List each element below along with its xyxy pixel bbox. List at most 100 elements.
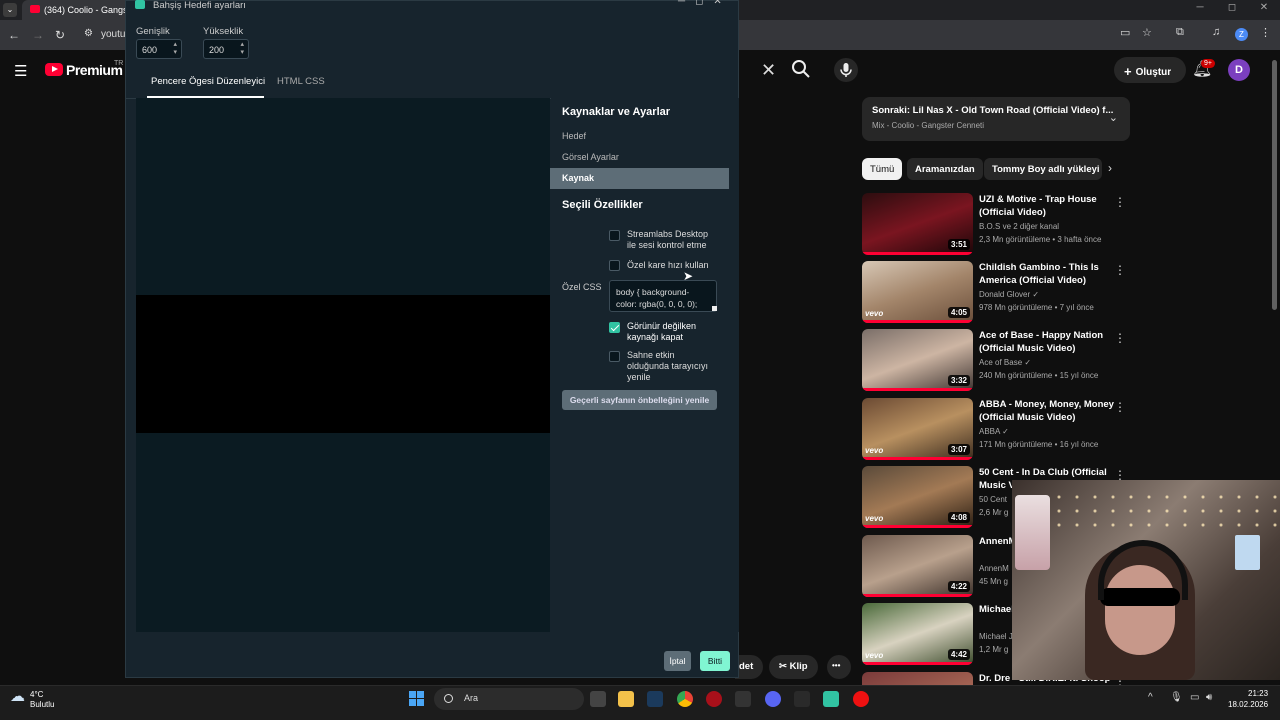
video-thumbnail[interactable]: 4:22 [862, 535, 973, 597]
resize-handle-icon[interactable] [712, 306, 717, 311]
width-input[interactable]: 600 ▴ ▾ [136, 39, 182, 59]
stepper-icon[interactable]: ▴ ▾ [240, 41, 244, 57]
tab-search-chevron-down-icon[interactable]: ⌄ [3, 3, 17, 17]
more-options-icon[interactable]: ⋮ [1114, 331, 1126, 345]
list-item[interactable]: vevo 4:05 Childish Gambino - This Is Amer… [862, 261, 1130, 323]
list-item[interactable]: 3:51 UZI & Motive - Trap House (Official… [862, 193, 1130, 255]
height-input[interactable]: 200 ▴ ▾ [203, 39, 249, 59]
bookmark-star-icon[interactable]: ☆ [1142, 26, 1152, 39]
refresh-cache-button[interactable]: Geçerli sayfanın önbelleğini yenile [562, 390, 717, 410]
microphone-icon[interactable] [834, 58, 858, 82]
tray-chevron-up-icon[interactable]: ^ [1148, 692, 1153, 703]
more-actions-button[interactable]: ••• [827, 655, 851, 679]
browser-profile-avatar[interactable]: Z [1235, 28, 1248, 41]
windows-start-icon[interactable] [409, 691, 425, 707]
streamlabs-icon[interactable] [823, 691, 839, 707]
network-icon[interactable]: ▭ [1190, 692, 1199, 703]
task-view-icon[interactable] [590, 691, 606, 707]
chip-all[interactable]: Tümü [862, 158, 903, 180]
video-thumbnail[interactable]: vevo 4:05 [862, 261, 973, 323]
custom-css-textarea[interactable]: body { background-color: rgba(0, 0, 0, 0… [609, 280, 717, 312]
video-channel[interactable]: AnnenM [979, 564, 1009, 573]
browser-tab[interactable]: (364) Coolio - Gangste [22, 0, 132, 20]
youtube-logo-icon[interactable] [45, 63, 63, 76]
more-options-icon[interactable]: ⋮ [1114, 195, 1126, 209]
file-explorer-icon[interactable] [618, 691, 634, 707]
stepper-icon[interactable]: ▴ ▾ [173, 41, 177, 57]
save-button[interactable]: det [735, 655, 764, 679]
tab-widget-editor[interactable]: Pencere Ögesi Düzenleyici [151, 76, 265, 87]
checkbox-control-audio[interactable] [609, 230, 620, 241]
tab-html-css[interactable]: HTML CSS [277, 76, 325, 87]
playlist-panel[interactable]: Sonraki: Lil Nas X - Old Town Road (Offi… [862, 97, 1130, 141]
close-window-button[interactable]: ✕ [1248, 0, 1280, 16]
nvidia-icon[interactable] [794, 691, 810, 707]
cast-icon[interactable]: ▭ [1120, 26, 1130, 39]
video-thumbnail[interactable]: vevo 4:08 [862, 466, 973, 528]
video-meta: 240 Mn görüntüleme • 15 yıl önce [979, 371, 1099, 380]
video-channel[interactable]: Donald Glover ✓ [979, 290, 1039, 299]
dialog-maximize-button[interactable]: ◻ [695, 0, 713, 7]
chip-uploader[interactable]: Tommy Boy adlı yükleyi [984, 158, 1102, 180]
taskbar-search[interactable]: Ara [434, 688, 584, 710]
weather-widget[interactable]: 4°CBulutlu [10, 690, 54, 710]
maximize-button[interactable]: ◻ [1216, 0, 1248, 16]
sidebar-item-visual-settings[interactable]: Görsel Ayarlar [550, 147, 729, 168]
media-control-icon[interactable]: ♫ [1212, 26, 1220, 38]
browser-menu-icon[interactable]: ⋮ [1260, 26, 1271, 39]
video-title[interactable]: UZI & Motive - Trap House (Official Vide… [979, 193, 1114, 219]
extensions-icon[interactable]: ⧉ [1176, 26, 1184, 39]
dialog-close-button[interactable]: ✕ [713, 0, 731, 7]
reload-icon[interactable]: ↻ [55, 28, 65, 42]
back-arrow-icon[interactable]: ← [8, 28, 20, 42]
clear-search-close-icon[interactable]: ✕ [761, 60, 776, 81]
video-title[interactable]: Ace of Base - Happy Nation (Official Mus… [979, 329, 1114, 355]
more-options-icon[interactable]: ⋮ [1114, 263, 1126, 277]
steam-icon[interactable] [647, 691, 663, 707]
search-icon[interactable] [790, 58, 812, 80]
checkbox-shutdown-hidden[interactable] [609, 322, 620, 333]
page-scrollbar[interactable] [1272, 60, 1277, 310]
hamburger-menu-icon[interactable]: ☰ [14, 62, 27, 80]
video-thumbnail[interactable] [862, 672, 973, 685]
list-item[interactable]: 3:32 Ace of Base - Happy Nation (Officia… [862, 329, 1130, 391]
video-channel[interactable]: 50 Cent [979, 495, 1007, 504]
video-thumbnail[interactable]: 3:32 [862, 329, 973, 391]
site-info-icon[interactable]: ⚙ [84, 28, 93, 39]
sidebar-item-source[interactable]: Kaynak [550, 168, 729, 189]
checkbox-custom-fps[interactable] [609, 260, 620, 271]
more-options-icon[interactable]: ⋮ [1114, 400, 1126, 414]
youtube-avatar[interactable]: D [1228, 59, 1250, 81]
microphone-tray-icon[interactable]: 🎙︎ [1170, 692, 1183, 703]
create-button[interactable]: + Oluştur [1114, 57, 1186, 83]
taskbar-clock[interactable]: 21:23 18.02.2026 [1228, 688, 1268, 710]
list-item[interactable]: vevo 3:07 ABBA - Money, Money, Money (Off… [862, 398, 1130, 460]
minimize-button[interactable]: ─ [1184, 0, 1216, 16]
app-icon[interactable] [853, 691, 869, 707]
video-thumbnail[interactable]: vevo 4:42 [862, 603, 973, 665]
done-button[interactable]: Bitti [700, 651, 730, 671]
video-channel[interactable]: B.O.S ve 2 diğer kanal [979, 222, 1059, 231]
duration-badge: 4:08 [947, 512, 970, 523]
volume-icon[interactable]: 🔊︎ [1206, 692, 1212, 703]
video-channel[interactable]: Ace of Base ✓ [979, 358, 1031, 367]
checkbox-refresh-on-scene[interactable] [609, 351, 620, 362]
discord-icon[interactable] [765, 691, 781, 707]
opera-gx-icon[interactable] [706, 691, 722, 707]
chip-from-search[interactable]: Aramanızdan [907, 158, 983, 180]
terminal-icon[interactable] [735, 691, 751, 707]
video-channel[interactable]: Michael J [979, 632, 1013, 641]
chevron-right-icon[interactable]: › [1108, 161, 1112, 175]
sidebar-item-target[interactable]: Hedef [550, 126, 729, 147]
cancel-button[interactable]: İptal [664, 651, 691, 671]
video-channel[interactable]: ABBA ✓ [979, 427, 1009, 436]
chrome-icon[interactable] [677, 691, 693, 707]
forward-arrow-icon[interactable]: → [32, 28, 44, 42]
clip-button[interactable]: ✂ Klip [769, 655, 818, 679]
video-thumbnail[interactable]: 3:51 [862, 193, 973, 255]
video-thumbnail[interactable]: vevo 3:07 [862, 398, 973, 460]
dialog-minimize-button[interactable]: ─ [678, 0, 695, 7]
video-title[interactable]: ABBA - Money, Money, Money (Official Mus… [979, 398, 1114, 424]
chevron-down-icon[interactable]: ⌄ [1109, 111, 1118, 124]
video-title[interactable]: Childish Gambino - This Is America (Offi… [979, 261, 1114, 287]
